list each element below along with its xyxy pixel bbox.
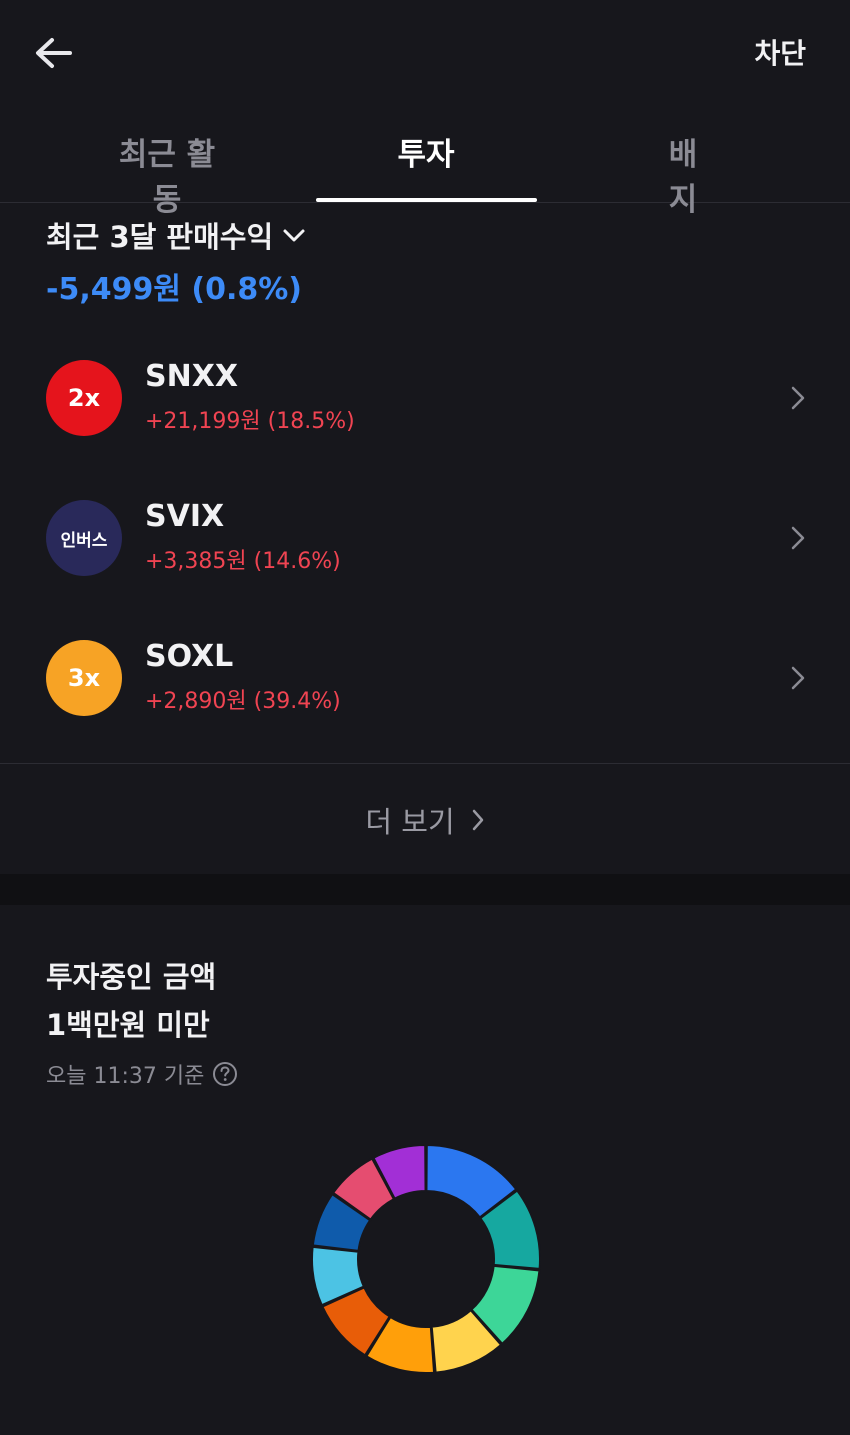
stock-row-svix[interactable]: 인버스 SVIX +3,385원 (14.6%)	[0, 479, 850, 599]
earnings-period-selector[interactable]: 최근 3달 판매수익	[46, 214, 307, 256]
stock-row-soxl[interactable]: 3x SOXL +2,890원 (39.4%)	[0, 619, 850, 739]
stock-change: +3,385원 (14.6%)	[145, 549, 341, 574]
section-separator	[0, 874, 850, 905]
tab-investment[interactable]: 투자	[396, 129, 456, 174]
investment-title-line1: 투자중인 금액	[46, 960, 217, 994]
earnings-title: 최근 3달 판매수익	[46, 220, 274, 254]
arrow-left-icon	[36, 38, 72, 68]
chevron-right-icon	[791, 386, 805, 410]
chevron-right-icon	[472, 809, 483, 831]
portfolio-donut-chart	[311, 1144, 541, 1374]
back-button[interactable]	[30, 30, 78, 78]
leverage-badge: 3x	[46, 640, 122, 716]
more-button[interactable]: 더 보기	[0, 790, 850, 850]
investment-timestamp-row: 오늘 11:37 기준	[46, 1058, 238, 1090]
stock-ticker: SVIX	[145, 499, 225, 534]
stock-change: +21,199원 (18.5%)	[145, 409, 355, 434]
stock-change: +2,890원 (39.4%)	[145, 689, 341, 714]
inverse-badge: 인버스	[46, 500, 122, 576]
chevron-down-icon	[283, 229, 305, 242]
earnings-value: -5,499원 (0.8%)	[46, 272, 303, 307]
list-divider	[0, 763, 850, 764]
tab-recent-activity[interactable]: 최근 활동	[108, 129, 226, 219]
tab-bar: 최근 활동 투자 배지	[0, 105, 850, 218]
block-button[interactable]: 차단	[754, 32, 806, 72]
top-bar: 차단	[0, 0, 850, 105]
investment-amount: 1백만원 미만	[46, 1008, 210, 1042]
chevron-right-icon	[791, 666, 805, 690]
stock-ticker: SNXX	[145, 359, 238, 394]
more-label: 더 보기	[365, 805, 455, 839]
investment-timestamp: 오늘 11:37 기준	[46, 1064, 205, 1089]
investment-title: 투자중인 금액 1백만원 미만	[46, 953, 216, 1049]
chevron-right-icon	[791, 526, 805, 550]
stock-ticker: SOXL	[145, 639, 234, 674]
active-tab-indicator	[316, 198, 537, 202]
question-circle-icon[interactable]	[212, 1061, 238, 1087]
leverage-badge: 2x	[46, 360, 122, 436]
tab-badge[interactable]: 배지	[655, 129, 711, 219]
stock-row-snxx[interactable]: 2x SNXX +21,199원 (18.5%)	[0, 339, 850, 459]
